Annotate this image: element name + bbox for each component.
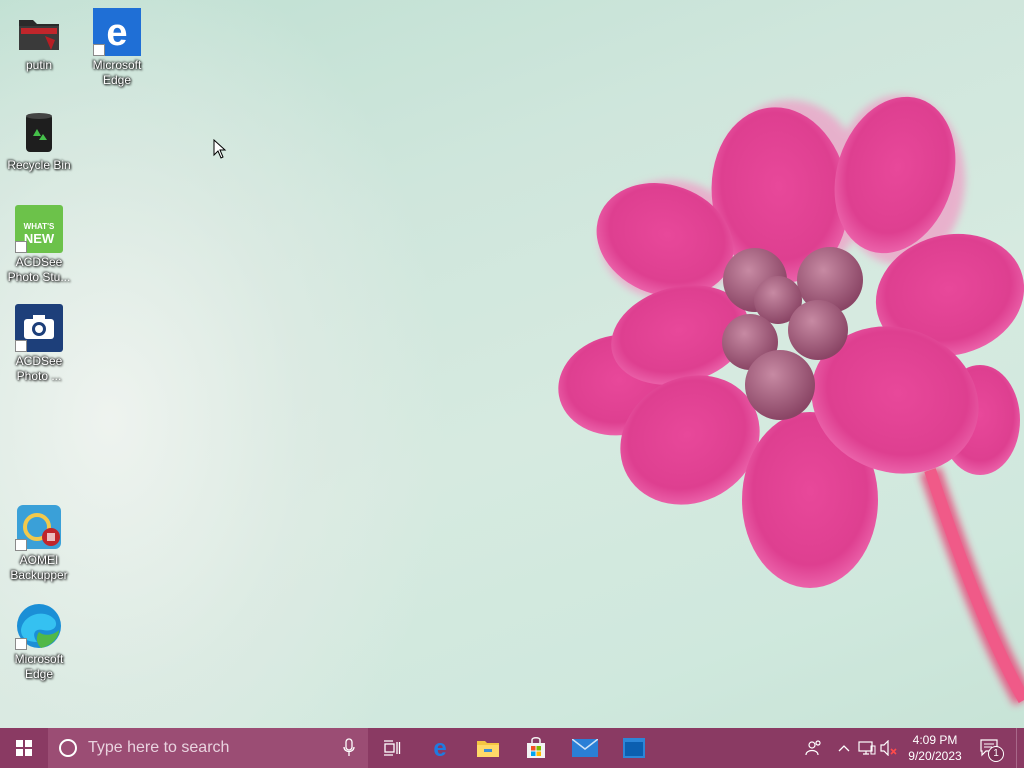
folder-icon bbox=[15, 8, 63, 56]
desktop-icon-recycle-bin[interactable]: Recycle Bin bbox=[0, 108, 78, 173]
desktop-icon-label: Microsoft Edge bbox=[14, 652, 64, 681]
badge-text-line2: NEW bbox=[24, 231, 55, 246]
taskbar-microsoft-store[interactable] bbox=[512, 728, 560, 768]
desktop-icon-label: putin bbox=[25, 58, 53, 72]
microphone-icon[interactable] bbox=[342, 738, 356, 758]
people-button[interactable] bbox=[796, 728, 832, 768]
show-desktop-button[interactable] bbox=[1016, 728, 1024, 768]
shortcut-arrow-icon bbox=[15, 340, 27, 352]
taskbar-window-app[interactable] bbox=[610, 728, 658, 768]
start-button[interactable] bbox=[0, 728, 48, 768]
microsoft-edge-legacy-icon: e bbox=[433, 737, 446, 759]
shortcut-arrow-icon bbox=[93, 44, 105, 56]
taskbar-file-explorer[interactable] bbox=[464, 728, 512, 768]
desktop-icon-microsoft-edge[interactable]: Microsoft Edge bbox=[0, 602, 78, 682]
people-icon bbox=[805, 740, 821, 756]
desktop-icon-label: Recycle Bin bbox=[7, 158, 71, 172]
cortana-icon bbox=[59, 739, 77, 757]
clock-date: 9/20/2023 bbox=[908, 749, 962, 763]
desktop-icon-acdsee-photo[interactable]: ACDSee Photo ... bbox=[0, 304, 78, 384]
acdsee-camera-icon bbox=[15, 304, 63, 352]
window-app-icon bbox=[623, 738, 645, 758]
desktop-icon-putin[interactable]: putin bbox=[0, 8, 78, 73]
search-box[interactable]: Type here to search bbox=[48, 728, 368, 768]
volume-muted-icon bbox=[880, 740, 897, 756]
svg-text:e: e bbox=[433, 737, 446, 759]
search-placeholder: Type here to search bbox=[88, 739, 230, 756]
notification-badge: 1 bbox=[988, 746, 1004, 762]
shortcut-arrow-icon bbox=[15, 241, 27, 253]
taskbar: Type here to search e 4:09 PM 9/20/2023 … bbox=[0, 728, 1024, 768]
desktop-icon-label: ACDSee Photo ... bbox=[15, 354, 63, 383]
shortcut-arrow-icon bbox=[15, 539, 27, 551]
desktop-icon-label: ACDSee Photo Stu... bbox=[7, 255, 71, 284]
mail-icon bbox=[572, 739, 598, 757]
network-button[interactable] bbox=[856, 728, 878, 768]
file-explorer-icon bbox=[477, 741, 499, 757]
task-view-icon bbox=[384, 740, 401, 756]
desktop-icon-aomei-backupper[interactable]: AOMEI Backupper bbox=[0, 503, 78, 583]
taskbar-mail[interactable] bbox=[560, 728, 610, 768]
clock[interactable]: 4:09 PM 9/20/2023 bbox=[900, 732, 970, 764]
desktop-icon-label: Microsoft Edge bbox=[92, 58, 142, 87]
chevron-up-icon bbox=[838, 745, 850, 752]
desktop-icon-acdsee-photo-studio[interactable]: WHAT'S NEW ACDSee Photo Stu... bbox=[0, 205, 78, 285]
desktop-icon-label: AOMEI Backupper bbox=[10, 553, 68, 582]
svg-text:e: e bbox=[106, 12, 127, 54]
badge-text-line1: WHAT'S bbox=[24, 222, 55, 231]
taskbar-edge-legacy[interactable]: e bbox=[416, 728, 464, 768]
recycle-bin-icon bbox=[15, 108, 63, 156]
system-tray: 4:09 PM 9/20/2023 1 bbox=[796, 728, 1024, 768]
mouse-cursor-icon bbox=[213, 139, 227, 159]
windows-logo-icon bbox=[16, 740, 32, 756]
wallpaper-flower bbox=[558, 95, 1024, 706]
edge-chromium-icon bbox=[15, 602, 63, 650]
acdsee-whats-new-icon: WHAT'S NEW bbox=[15, 205, 63, 253]
microsoft-store-icon bbox=[527, 737, 545, 758]
shortcut-arrow-icon bbox=[15, 638, 27, 650]
desktop-icon-microsoft-edge-legacy[interactable]: e Microsoft Edge bbox=[78, 8, 156, 88]
show-hidden-icons-button[interactable] bbox=[832, 728, 856, 768]
network-icon bbox=[858, 741, 876, 755]
volume-button[interactable] bbox=[878, 728, 900, 768]
task-view-button[interactable] bbox=[368, 728, 416, 768]
clock-time: 4:09 PM bbox=[912, 733, 958, 747]
action-center-button[interactable]: 1 bbox=[970, 728, 1010, 768]
aomei-backupper-icon bbox=[15, 503, 63, 551]
edge-legacy-icon: e bbox=[93, 8, 141, 56]
